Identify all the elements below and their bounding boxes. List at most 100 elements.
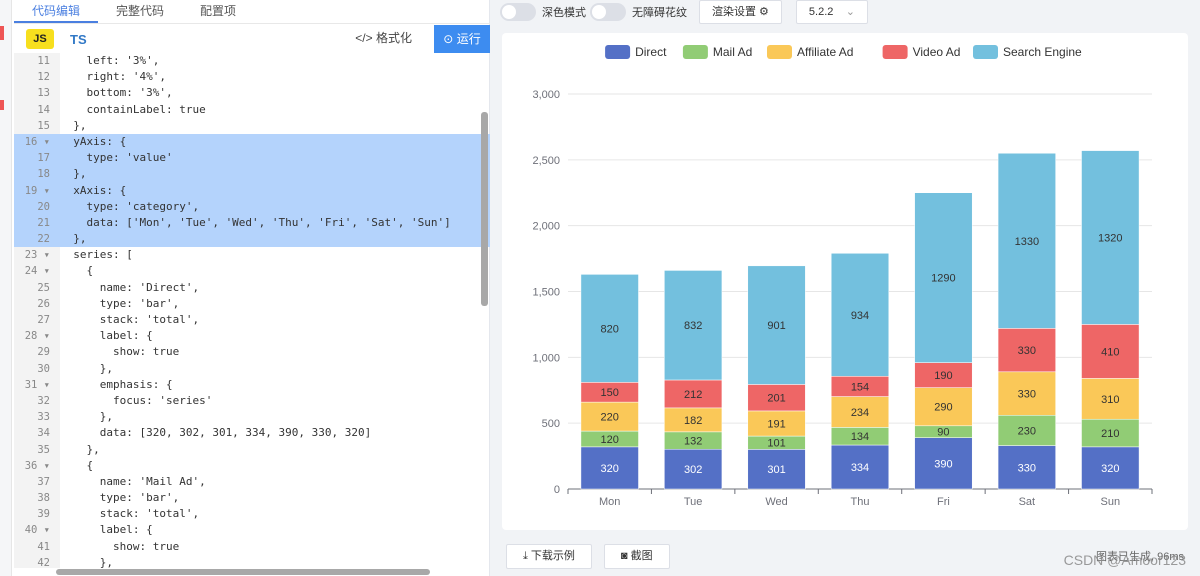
code-text: xAxis: { — [60, 183, 127, 197]
code-line[interactable]: 38 type: 'bar', — [14, 490, 490, 506]
ts-language-button[interactable]: TS — [70, 32, 87, 47]
tab-full-code[interactable]: 完整代码 — [98, 0, 182, 23]
line-number: 21 — [37, 216, 50, 229]
code-line[interactable]: 11 left: '3%', — [14, 53, 490, 69]
code-line[interactable]: 24 ▾ { — [14, 263, 490, 279]
y-tick-label: 2,000 — [532, 221, 560, 233]
bar-data-label: 182 — [684, 415, 702, 427]
download-example-button[interactable]: ⤓ 下载示例 — [506, 544, 592, 569]
code-line[interactable]: 25 name: 'Direct', — [14, 280, 490, 296]
format-button[interactable]: </> 格式化 — [355, 29, 412, 46]
line-number: 33 — [37, 411, 50, 424]
code-line[interactable]: 42 }, — [14, 555, 490, 568]
code-text: series: [ — [60, 248, 133, 262]
code-line[interactable]: 22 }, — [14, 231, 490, 248]
code-line[interactable]: 21 data: ['Mon', 'Tue', 'Wed', 'Thu', 'F… — [14, 214, 490, 232]
code-line[interactable]: 27 stack: 'total', — [14, 312, 490, 328]
line-number: 36 ▾ — [24, 459, 50, 472]
code-area[interactable]: 11 left: '3%', 12 right: '4%', 13 bottom: … — [14, 53, 490, 568]
code-line[interactable]: 13 bottom: '3%', — [14, 85, 490, 101]
code-line[interactable]: 12 right: '4%', — [14, 69, 490, 85]
line-number: 40 ▾ — [24, 524, 50, 537]
code-line[interactable]: 33 }, — [14, 409, 490, 425]
code-text: left: '3%', — [60, 54, 160, 67]
legend-swatch[interactable] — [682, 45, 708, 59]
code-text: data: [320, 302, 301, 334, 390, 330, 320… — [60, 426, 372, 440]
aria-decal-label: 无障碍花纹 — [632, 7, 687, 19]
bar-data-label: 230 — [1018, 425, 1036, 437]
code-line[interactable]: 23 ▾ series: [ — [14, 247, 490, 263]
line-number: 41 — [37, 540, 50, 553]
code-line[interactable]: 28 ▾ label: { — [14, 328, 490, 344]
bar-data-label: 832 — [684, 320, 702, 332]
horizontal-scrollbar[interactable] — [56, 569, 430, 575]
code-line[interactable]: 20 type: 'category', — [14, 198, 490, 215]
x-tick-label: Fri — [937, 496, 950, 508]
bar-data-label: 410 — [1101, 346, 1119, 358]
x-tick-label: Sun — [1100, 496, 1120, 508]
legend-label[interactable]: Video Ad — [913, 45, 961, 59]
code-text: }, — [60, 167, 87, 181]
code-line[interactable]: 40 ▾ label: { — [14, 522, 490, 538]
code-line[interactable]: 17 type: 'value' — [14, 150, 490, 167]
code-line[interactable]: 30 }, — [14, 361, 490, 377]
code-text: label: { — [60, 523, 153, 537]
code-text: type: 'bar', — [60, 491, 180, 505]
code-line[interactable]: 39 stack: 'total', — [14, 506, 490, 522]
code-text: }, — [60, 232, 87, 246]
version-select[interactable]: 5.2.2 ⌄ — [795, 0, 868, 24]
code-line[interactable]: 26 type: 'bar', — [14, 296, 490, 312]
x-tick-label: Sat — [1019, 496, 1036, 508]
code-line[interactable]: 41 show: true — [14, 539, 490, 555]
line-number: 12 — [37, 71, 50, 84]
code-line[interactable]: 15 }, — [14, 118, 490, 134]
code-line[interactable]: 36 ▾ { — [14, 458, 490, 474]
legend-label[interactable]: Affiliate Ad — [797, 45, 853, 59]
code-line[interactable]: 35 }, — [14, 442, 490, 458]
legend-swatch[interactable] — [882, 45, 908, 59]
legend-swatch[interactable] — [767, 45, 792, 59]
legend-swatch[interactable] — [605, 45, 631, 59]
line-number: 11 — [37, 55, 50, 67]
y-tick-label: 1,500 — [532, 287, 560, 299]
legend-label[interactable]: Mail Ad — [713, 45, 752, 59]
run-button[interactable]: ⊙ 运行 — [434, 25, 490, 53]
code-line[interactable]: 32 focus: 'series' — [14, 393, 490, 409]
tab-code-edit[interactable]: 代码编辑 — [14, 0, 99, 23]
legend-label[interactable]: Search Engine — [1003, 45, 1082, 59]
code-line[interactable]: 37 name: 'Mail Ad', — [14, 474, 490, 490]
code-line[interactable]: 34 data: [320, 302, 301, 334, 390, 330, … — [14, 425, 490, 441]
bar-data-label: 390 — [934, 458, 952, 470]
bar-data-label: 201 — [767, 393, 785, 405]
screenshot-button[interactable]: ◙ 截图 — [603, 544, 670, 569]
render-settings-button[interactable]: 渲染设置 ⚙ — [699, 0, 782, 24]
strip-marker-icon — [0, 100, 4, 110]
code-line[interactable]: 19 ▾ xAxis: { — [14, 182, 490, 199]
vertical-scrollbar[interactable] — [481, 112, 488, 306]
code-line[interactable]: 31 ▾ emphasis: { — [14, 377, 490, 393]
dark-mode-toggle[interactable] — [500, 3, 536, 21]
bar-data-label: 90 — [937, 427, 949, 439]
dark-mode-label: 深色模式 — [542, 7, 586, 19]
legend-label[interactable]: Direct — [635, 45, 667, 59]
legend-swatch[interactable] — [973, 45, 998, 59]
code-line[interactable]: 29 show: true — [14, 344, 490, 360]
js-language-button[interactable]: JS — [26, 29, 54, 49]
code-text: { — [60, 264, 94, 278]
code-line[interactable]: 18 }, — [14, 166, 490, 183]
line-number: 23 ▾ — [24, 249, 50, 262]
code-line[interactable]: 16 ▾ yAxis: { — [14, 133, 490, 151]
bar-data-label: 234 — [851, 407, 869, 419]
code-text: }, — [60, 361, 113, 375]
aria-decal-toggle[interactable] — [590, 3, 626, 21]
y-tick-label: 3,000 — [532, 89, 560, 101]
code-text: name: 'Direct', — [60, 280, 200, 294]
code-text: stack: 'total', — [60, 313, 200, 326]
line-number: 34 — [37, 427, 50, 440]
y-tick-label: 500 — [542, 418, 560, 430]
code-text: type: 'category', — [60, 199, 200, 213]
bar-data-label: 901 — [767, 320, 785, 332]
tab-config[interactable]: 配置项 — [182, 0, 254, 23]
code-line[interactable]: 14 containLabel: true — [14, 102, 490, 118]
stacked-bar-chart: 0 500 1,000 1,500 2,000 2,500 3,000 Mon Tue Wed Th… — [532, 45, 1153, 508]
